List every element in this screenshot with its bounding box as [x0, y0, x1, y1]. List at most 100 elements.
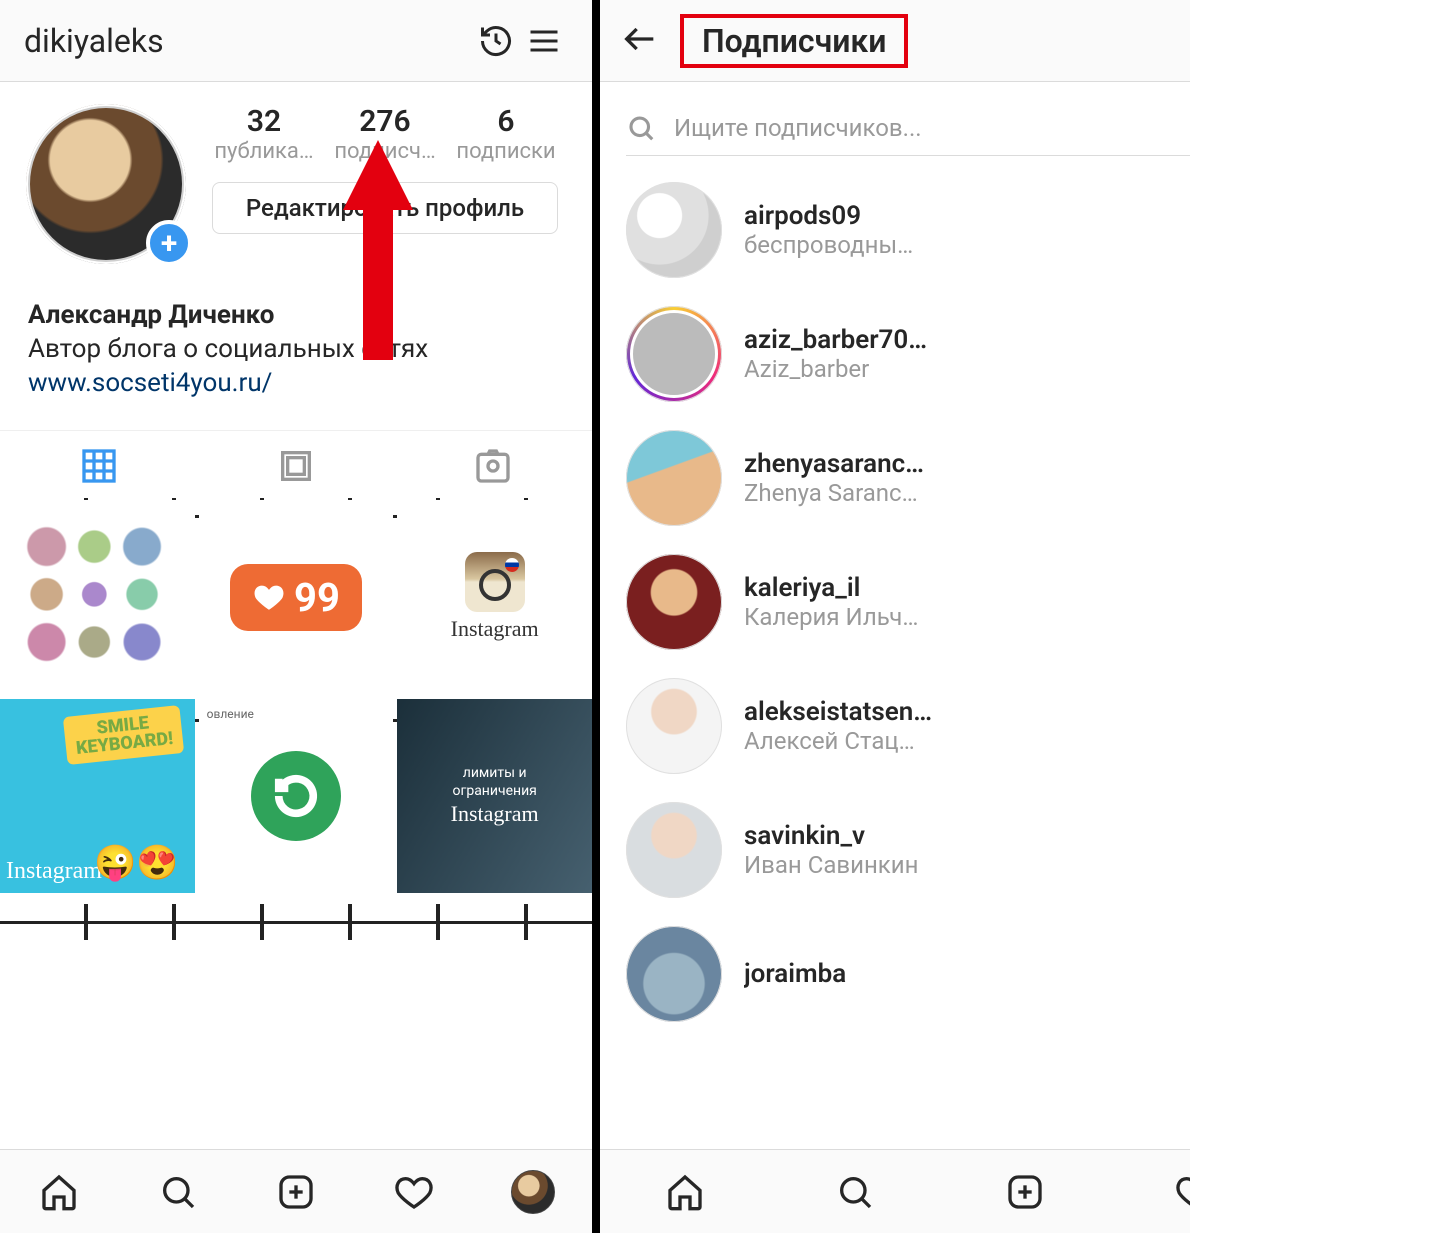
- emoji-icon: 😜😍: [94, 843, 179, 883]
- stat-following-value: 6: [456, 104, 555, 139]
- tab-tagged[interactable]: [395, 431, 592, 500]
- follower-subtitle: Иван Савинкин: [744, 851, 1172, 879]
- nav-search[interactable]: [770, 1150, 940, 1233]
- home-icon: [665, 1172, 705, 1212]
- nav-home[interactable]: [600, 1150, 770, 1233]
- follower-subtitle: Aziz_barber: [744, 355, 1172, 383]
- stat-posts[interactable]: 32 публика…: [214, 104, 313, 164]
- search-icon: [158, 1172, 198, 1212]
- profile-tabs: [0, 430, 592, 500]
- feed-tile[interactable]: [0, 897, 195, 1092]
- feed-tile[interactable]: лимиты и ограничения Instagram: [397, 699, 592, 894]
- follower-text: kaleriya_ilКалерия Ильч…: [744, 573, 1172, 631]
- follower-username: kaleriya_il: [744, 573, 1172, 603]
- search-icon: [835, 1172, 875, 1212]
- nav-activity[interactable]: [355, 1150, 473, 1233]
- plus-icon: +: [161, 226, 177, 261]
- follower-avatar[interactable]: [626, 306, 722, 402]
- history-icon: [478, 23, 514, 59]
- follower-avatar[interactable]: [626, 926, 722, 1022]
- like-count: 99: [294, 574, 340, 621]
- follower-username: joraimba: [744, 959, 1172, 989]
- add-post-icon: [1005, 1172, 1045, 1212]
- nav-home[interactable]: [0, 1150, 118, 1233]
- annotation-highlight: Подписчики: [680, 14, 908, 68]
- username-dropdown[interactable]: dikiyaleks: [24, 22, 172, 60]
- follower-username: aziz_barber70…: [744, 325, 1172, 355]
- menu-button[interactable]: [520, 17, 568, 65]
- stat-posts-value: 32: [214, 104, 313, 139]
- follower-avatar[interactable]: [626, 182, 722, 278]
- ig-logo-text: Instagram: [451, 616, 539, 642]
- follower-avatar[interactable]: [626, 430, 722, 526]
- follower-text: zhenyasaranc…Zhenya Saranc…: [744, 449, 1172, 507]
- edit-profile-button[interactable]: Редактировать профиль: [212, 182, 558, 234]
- feed-tile[interactable]: Instagram: [397, 500, 592, 695]
- search-icon: [626, 113, 656, 143]
- follower-username: airpods09: [744, 201, 1172, 231]
- username-text: dikiyaleks: [24, 22, 164, 60]
- profile-header: dikiyaleks: [0, 0, 592, 82]
- hamburger-icon: [526, 23, 562, 59]
- bio-description: Автор блога о социальных сетях: [28, 334, 564, 364]
- stat-followers-value: 276: [334, 104, 435, 139]
- follower-text: savinkin_vИван Савинкин: [744, 821, 1172, 879]
- camera-icon: [465, 552, 525, 612]
- nav-profile[interactable]: [474, 1150, 592, 1233]
- follower-subtitle: беспроводны…: [744, 231, 1172, 259]
- home-icon: [39, 1172, 79, 1212]
- feed-icon: [276, 446, 316, 486]
- bottom-nav: [0, 1149, 592, 1233]
- follower-avatar[interactable]: [626, 802, 722, 898]
- feed-tile[interactable]: [0, 500, 195, 695]
- grid-icon: [79, 446, 119, 486]
- heart-icon: [252, 580, 286, 614]
- bio-fullname: Александр Диченко: [28, 300, 564, 330]
- nav-add[interactable]: [237, 1150, 355, 1233]
- feed-tile[interactable]: SMILE KEYBOARD! Instagram 😜😍: [0, 699, 195, 894]
- stat-following[interactable]: 6 подписки: [456, 104, 555, 164]
- add-post-icon: [276, 1172, 316, 1212]
- tagged-icon: [473, 446, 513, 486]
- follower-username: zhenyasaranc…: [744, 449, 1172, 479]
- profile-avatar[interactable]: +: [26, 104, 194, 272]
- followers-title: Подписчики: [702, 22, 886, 60]
- feed-tile[interactable]: [199, 897, 394, 1092]
- follower-avatar[interactable]: [626, 678, 722, 774]
- stat-posts-label: публика…: [214, 139, 313, 164]
- tab-grid[interactable]: [0, 431, 197, 500]
- feed-tile[interactable]: овление: [199, 699, 394, 894]
- tab-feed[interactable]: [197, 431, 394, 500]
- smile-label: Instagram: [6, 858, 102, 885]
- profile-screen: dikiyaleks + 32 пу: [0, 0, 600, 1233]
- stat-followers[interactable]: 276 подписч…: [334, 104, 435, 164]
- nav-search[interactable]: [118, 1150, 236, 1233]
- follower-subtitle: Zhenya Saranc…: [744, 479, 1172, 507]
- bio-link[interactable]: www.socseti4you.ru/: [28, 368, 564, 398]
- feed-tile[interactable]: [397, 897, 592, 1092]
- follower-avatar[interactable]: [626, 554, 722, 650]
- green-caption: овление: [207, 707, 254, 721]
- follower-text: aziz_barber70…Aziz_barber: [744, 325, 1172, 383]
- add-story-badge[interactable]: +: [146, 220, 192, 266]
- nav-add[interactable]: [940, 1150, 1110, 1233]
- feed-grid: 99 Instagram SMILE KEYBOARD! Instagram 😜…: [0, 500, 592, 1092]
- heart-outline-icon: [394, 1172, 434, 1212]
- limits-text: лимиты и ограничения Instagram: [451, 764, 539, 829]
- follower-text: airpods09беспроводны…: [744, 201, 1172, 259]
- feed-tile[interactable]: 99: [199, 500, 394, 695]
- like-badge: 99: [230, 564, 362, 631]
- follower-text: joraimba: [744, 959, 1172, 989]
- follower-username: alekseistatsen…: [744, 697, 1172, 727]
- follower-username: savinkin_v: [744, 821, 1172, 851]
- stat-followers-label: подписч…: [334, 139, 435, 164]
- back-button[interactable]: [620, 19, 660, 63]
- restore-icon: [251, 751, 341, 841]
- stat-following-label: подписки: [456, 139, 555, 164]
- follower-subtitle: Алексей Стац…: [744, 727, 1172, 755]
- follower-subtitle: Калерия Ильч…: [744, 603, 1172, 631]
- nav-avatar: [511, 1170, 555, 1214]
- follower-text: alekseistatsen…Алексей Стац…: [744, 697, 1172, 755]
- smile-badge: SMILE KEYBOARD!: [63, 705, 185, 765]
- archive-button[interactable]: [472, 17, 520, 65]
